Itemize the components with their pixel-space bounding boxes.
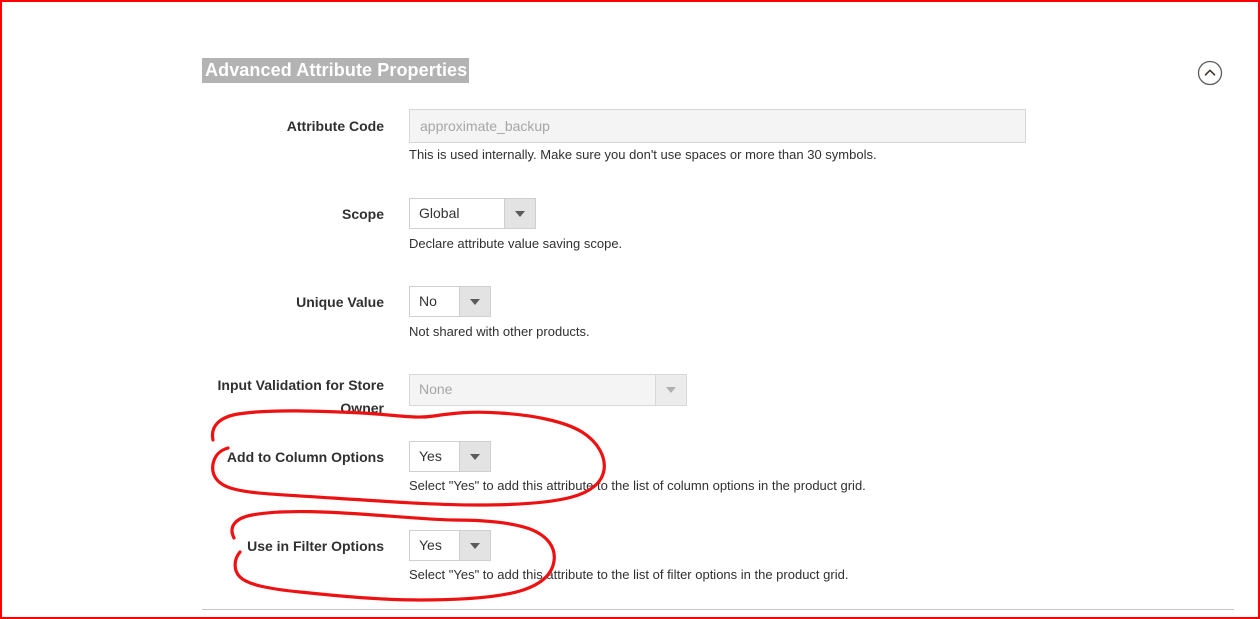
add-to-column-options-select-value: Yes — [409, 441, 459, 472]
note-unique-value: Not shared with other products. — [409, 324, 590, 339]
input-validation-select-value: None — [409, 374, 655, 406]
use-in-filter-options-select-value: Yes — [409, 530, 459, 561]
label-input-validation-line2: Owner — [340, 400, 384, 416]
chevron-down-icon — [504, 198, 536, 229]
note-add-to-column-options: Select "Yes" to add this attribute to th… — [409, 478, 866, 493]
chevron-up-circle-icon[interactable] — [1197, 60, 1223, 86]
use-in-filter-options-select[interactable]: Yes — [409, 530, 491, 561]
label-input-validation-line1: Input Validation for Store — [217, 377, 384, 393]
label-add-to-column-options: Add to Column Options — [226, 449, 384, 465]
note-use-in-filter-options: Select "Yes" to add this attribute to th… — [409, 567, 849, 582]
label-unique-value: Unique Value — [296, 294, 384, 310]
label-input-validation: Input Validation for Store Owner — [112, 374, 384, 420]
note-attribute-code: This is used internally. Make sure you d… — [409, 147, 877, 162]
screenshot-frame: Advanced Attribute Properties Attribute … — [0, 0, 1260, 619]
section-title[interactable]: Advanced Attribute Properties — [202, 58, 470, 83]
chevron-down-icon — [459, 286, 491, 317]
chevron-down-icon — [459, 530, 491, 561]
unique-value-select[interactable]: No — [409, 286, 491, 317]
scope-select[interactable]: Global — [409, 198, 536, 229]
chevron-down-icon — [655, 374, 687, 406]
attribute-code-input[interactable] — [409, 109, 1026, 143]
note-scope: Declare attribute value saving scope. — [409, 236, 623, 251]
label-attribute-code: Attribute Code — [286, 118, 384, 134]
scope-select-value: Global — [409, 198, 504, 229]
add-to-column-options-select[interactable]: Yes — [409, 441, 491, 472]
label-use-in-filter-options: Use in Filter Options — [247, 538, 384, 554]
unique-value-select-value: No — [409, 286, 459, 317]
advanced-attribute-properties-panel: Advanced Attribute Properties Attribute … — [2, 2, 1258, 617]
input-validation-select[interactable]: None — [409, 374, 687, 406]
chevron-down-icon — [459, 441, 491, 472]
label-scope: Scope — [341, 206, 384, 222]
section-divider — [202, 609, 1234, 610]
